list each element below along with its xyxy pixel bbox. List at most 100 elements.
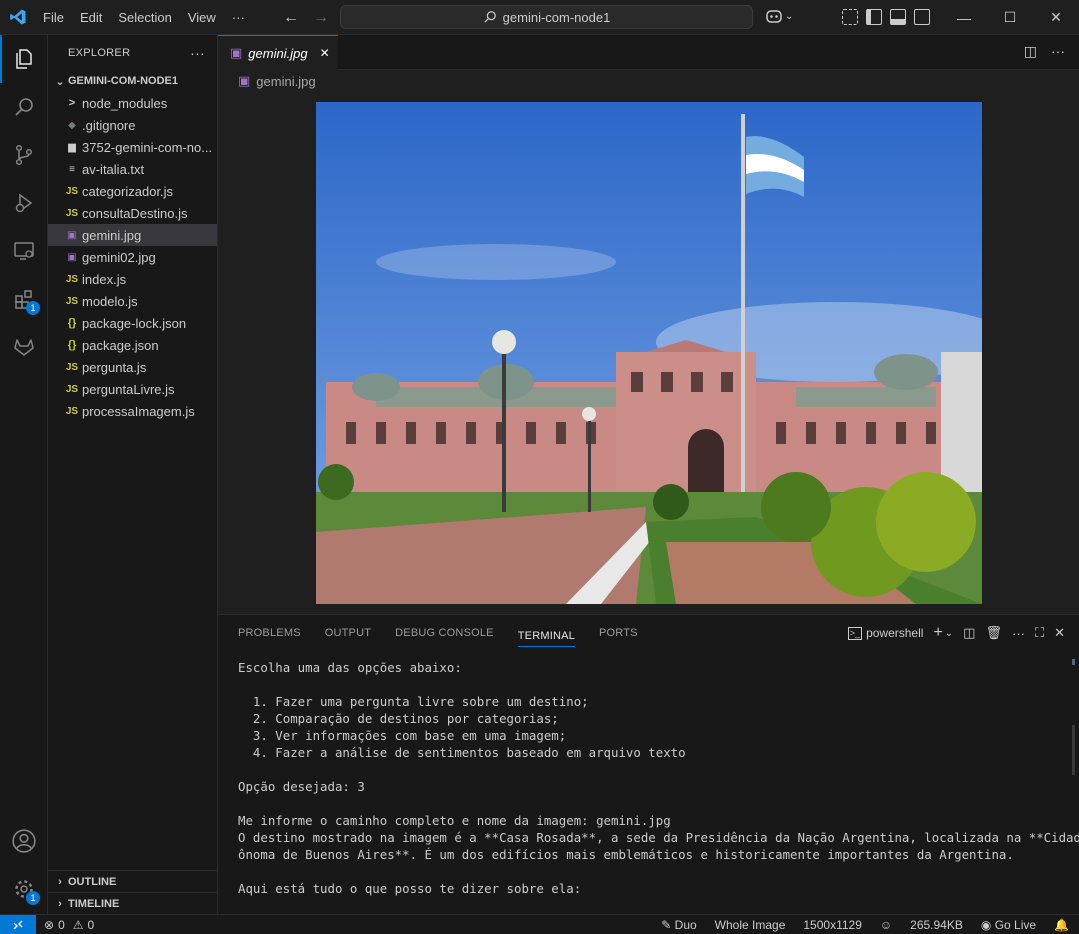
customize-layout-icon[interactable]	[842, 9, 858, 25]
maximize-panel-icon[interactable]: ⛶	[1035, 625, 1044, 641]
breadcrumb: ▣ gemini.jpg	[218, 70, 1079, 92]
minimize-icon[interactable]: —	[941, 0, 987, 35]
tree-item[interactable]: JS categorizador.js	[48, 180, 217, 202]
close-icon[interactable]: ✕	[1033, 0, 1079, 35]
js-icon: JS	[65, 295, 79, 307]
tab-gemini-jpg[interactable]: ▣ gemini.jpg ✕	[218, 35, 338, 70]
terminal-output[interactable]: Escolha uma das opções abaixo: 1. Fazer …	[238, 659, 1079, 897]
tree-item-label: gemini.jpg	[82, 227, 142, 243]
more-actions-icon[interactable]: ···	[1051, 43, 1065, 60]
tree-item[interactable]: JS pergunta.js	[48, 356, 217, 378]
menu-selection[interactable]: Selection	[110, 0, 179, 35]
tree-item[interactable]: > node_modules	[48, 92, 217, 114]
chevron-right-icon: ›	[58, 897, 62, 910]
outline-section[interactable]: › OUTLINE	[48, 870, 218, 892]
toggle-panel-icon[interactable]	[890, 9, 906, 25]
tab-problems[interactable]: PROBLEMS	[238, 615, 301, 651]
terminal-shell-selector[interactable]: >_ powershell	[847, 626, 923, 640]
copilot-button[interactable]: ⌄	[765, 8, 793, 24]
window-controls: — ☐ ✕	[941, 0, 1079, 35]
tree-item[interactable]: {} package.json	[48, 334, 217, 356]
tree-item[interactable]: JS processaImagem.js	[48, 400, 217, 422]
source-control-icon[interactable]	[0, 131, 48, 179]
split-editor-icon[interactable]: ◫	[1024, 43, 1037, 60]
tree-item-label: package-lock.json	[82, 315, 187, 331]
workspace-folder[interactable]: ⌄ GEMINI-COM-NODE1	[48, 70, 217, 92]
tree-item[interactable]: JS consultaDestino.js	[48, 202, 217, 224]
close-panel-icon[interactable]: ✕	[1054, 625, 1065, 641]
outline-title: OUTLINE	[68, 875, 117, 888]
more-actions-icon[interactable]: ···	[1012, 626, 1025, 641]
js-icon: JS	[65, 185, 79, 197]
notifications-bell-icon[interactable]: 🔔	[1054, 918, 1069, 932]
terminal-scroll-marker	[1072, 659, 1075, 665]
search-icon[interactable]	[0, 83, 48, 131]
extensions-badge: 1	[26, 301, 40, 315]
go-live-button[interactable]: ◉ Go Live	[981, 918, 1036, 932]
explorer-more-icon[interactable]: ···	[190, 45, 205, 61]
timeline-section[interactable]: › TIMELINE	[48, 892, 218, 914]
image-file-icon: ▣	[67, 229, 77, 241]
copilot-icon	[766, 10, 782, 23]
tree-item[interactable]: JS modelo.js	[48, 290, 217, 312]
new-terminal-icon[interactable]: +	[933, 624, 942, 642]
tree-item[interactable]: JS index.js	[48, 268, 217, 290]
gitlab-icon[interactable]	[0, 323, 48, 371]
image-preview	[316, 102, 982, 604]
remote-indicator-icon[interactable]	[0, 914, 36, 934]
extensions-icon[interactable]: 1	[0, 275, 48, 323]
remote-explorer-icon[interactable]	[0, 227, 48, 275]
trash-icon[interactable]: 🗑	[985, 625, 1002, 641]
warning-icon: ⚠	[72, 917, 84, 932]
activity-bar: 1 1	[0, 35, 48, 914]
tree-item-label: av-italia.txt	[82, 161, 145, 177]
terminal-scrollbar[interactable]	[1072, 725, 1075, 775]
theme-status[interactable]: ✎ Duo	[661, 918, 696, 932]
json-icon: {}	[67, 339, 77, 351]
toggle-secondary-sidebar-icon[interactable]	[914, 9, 930, 25]
run-debug-icon[interactable]	[0, 179, 48, 227]
account-icon[interactable]	[0, 817, 48, 865]
tree-item[interactable]: ≡ av-italia.txt	[48, 158, 217, 180]
timeline-title: TIMELINE	[68, 897, 120, 910]
explorer-icon[interactable]	[0, 35, 48, 83]
breadcrumb-item[interactable]: gemini.jpg	[256, 74, 315, 89]
toggle-primary-sidebar-icon[interactable]	[866, 9, 882, 25]
tree-item[interactable]: ▣ gemini.jpg	[48, 224, 217, 246]
copilot-status-icon[interactable]: ☺	[880, 918, 892, 932]
menu-more[interactable]: ···	[224, 0, 253, 35]
menu-view[interactable]: View	[180, 0, 224, 35]
terminal-line: Aqui está tudo o que posso te dizer sobr…	[238, 881, 582, 896]
back-arrow-icon[interactable]: ←	[283, 9, 299, 27]
zoom-mode[interactable]: Whole Image	[715, 918, 786, 932]
tree-item-label: consultaDestino.js	[82, 205, 188, 221]
tab-output[interactable]: OUTPUT	[325, 615, 371, 651]
split-terminal-icon[interactable]: ◫	[963, 625, 975, 641]
terminal-line: Me informe o caminho completo e nome da …	[238, 813, 671, 828]
problems-status[interactable]: ⊗ 0 ⚠ 0	[44, 918, 94, 932]
menu-edit[interactable]: Edit	[72, 0, 110, 35]
tree-item[interactable]: ▣ gemini02.jpg	[48, 246, 217, 268]
tree-item-label: .gitignore	[82, 117, 136, 133]
tab-ports[interactable]: PORTS	[599, 615, 638, 651]
forward-arrow-icon[interactable]: →	[313, 9, 329, 27]
theme-name: Duo	[674, 918, 697, 932]
command-center-search[interactable]: gemini-com-node1	[340, 5, 753, 29]
broadcast-icon: ◉	[980, 918, 992, 932]
tree-item[interactable]: ▆ 3752-gemini-com-no...	[48, 136, 217, 158]
maximize-icon[interactable]: ☐	[987, 0, 1033, 35]
tree-item-label: 3752-gemini-com-no...	[82, 139, 213, 155]
panel-actions: >_ powershell + ⌄ ◫ 🗑 ··· ⛶ ✕	[847, 624, 1065, 642]
menu-file[interactable]: File	[35, 0, 72, 35]
tab-debug-console[interactable]: DEBUG CONSOLE	[395, 615, 494, 651]
tab-terminal[interactable]: TERMINAL	[517, 619, 575, 647]
image-preview-area	[218, 92, 1079, 614]
settings-gear-icon[interactable]: 1	[0, 865, 48, 913]
tree-item[interactable]: ◆ .gitignore	[48, 114, 217, 136]
chevron-down-icon[interactable]: ⌄	[945, 628, 953, 639]
tree-item[interactable]: {} package-lock.json	[48, 312, 217, 334]
tree-item[interactable]: JS perguntaLivre.js	[48, 378, 217, 400]
close-icon[interactable]: ✕	[320, 46, 330, 60]
